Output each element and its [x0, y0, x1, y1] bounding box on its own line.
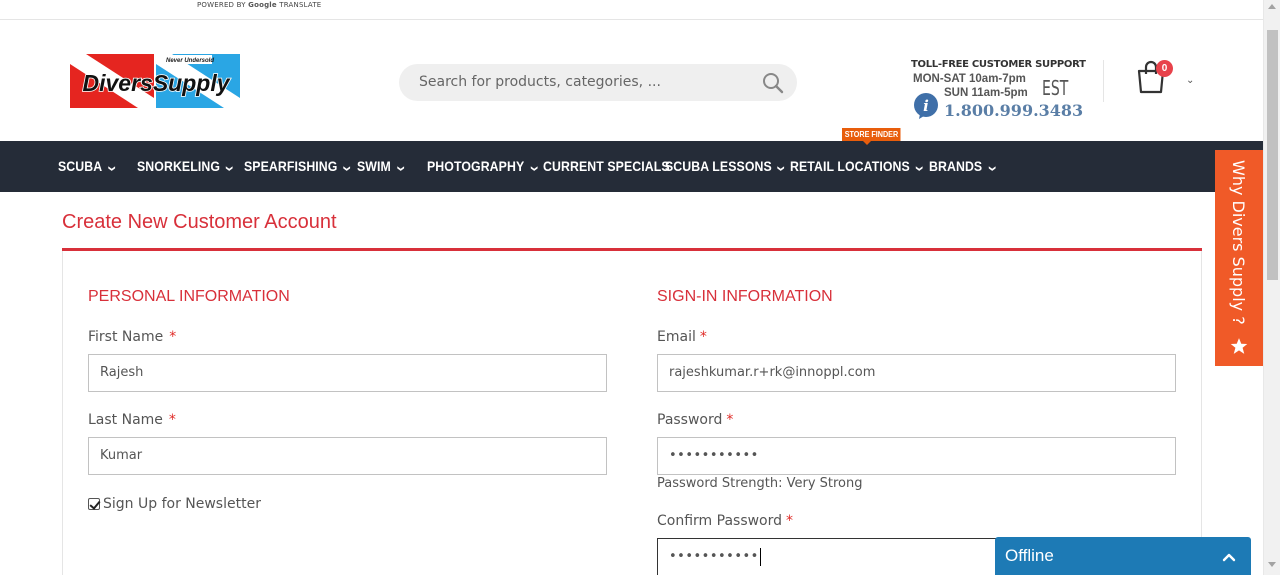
support-phone[interactable]: 1.800.999.3483 — [944, 101, 1083, 120]
last-name-label: Last Name * — [88, 412, 176, 428]
nav-item-spearfishing[interactable]: SPEARFISHING ❯ — [244, 141, 351, 192]
scroll-up-arrow-icon[interactable] — [1268, 4, 1276, 9]
nav-item-current-specials[interactable]: CURRENT SPECIALS — [543, 141, 670, 192]
chat-widget[interactable]: Offline — [995, 537, 1251, 575]
nav-item-retail-locations[interactable]: RETAIL LOCATIONS ❯ — [790, 141, 923, 192]
support-title: TOLL-FREE CUSTOMER SUPPORT — [911, 59, 1086, 70]
newsletter-checkbox[interactable] — [88, 498, 100, 510]
support-hours-sunday: SUN 11am-5pm — [944, 87, 1028, 99]
powered-by-text: POWERED BY — [197, 1, 246, 9]
nav-item-swim[interactable]: SWIM ❯ — [357, 141, 404, 192]
info-icon: i — [914, 93, 938, 119]
personal-info-heading: PERSONAL INFORMATION — [88, 288, 290, 305]
nav-item-snorkeling[interactable]: SNORKELING ❯ — [137, 141, 233, 192]
site-logo[interactable]: Never Undersold DiversSupply — [70, 53, 240, 109]
why-divers-supply-tab[interactable]: Why Divers Supply ? — [1215, 150, 1263, 366]
customer-support-block: TOLL-FREE CUSTOMER SUPPORT MON-SAT 10am-… — [908, 59, 1086, 121]
nav-item-scuba[interactable]: SCUBA ❯ — [58, 141, 116, 192]
translate-text: TRANSLATE — [279, 1, 322, 9]
nav-item-scuba-lessons[interactable]: SCUBA LESSONS ❯ — [665, 141, 785, 192]
email-label: Email * — [657, 329, 707, 345]
required-mark: * — [726, 412, 734, 428]
newsletter-label: Sign Up for Newsletter — [103, 496, 261, 512]
password-strength-meter: Password Strength: Very Strong — [657, 476, 863, 491]
google-translate-credit[interactable]: POWERED BY Google TRANSLATE — [197, 1, 321, 9]
search-icon[interactable] — [761, 71, 785, 95]
scroll-down-arrow-icon[interactable] — [1268, 562, 1276, 567]
chat-status: Offline — [1005, 546, 1054, 565]
store-finder-badge-tip — [863, 141, 871, 145]
page-title: Create New Customer Account — [62, 211, 337, 233]
scroll-thumb[interactable] — [1267, 30, 1278, 280]
star-icon — [1230, 338, 1248, 354]
header-divider — [1103, 60, 1104, 102]
nav-item-photography[interactable]: PHOTOGRAPHY ❯ — [427, 141, 538, 192]
chevron-down-icon[interactable]: ❯ — [212, 165, 248, 171]
cart-count-badge: 0 — [1156, 60, 1173, 77]
translate-bar: POWERED BY Google TRANSLATE — [0, 0, 1263, 20]
svg-text:i: i — [923, 97, 929, 115]
required-mark: * — [169, 329, 177, 345]
password-field[interactable]: ••••••••••• — [657, 437, 1176, 475]
svg-text:Never Undersold: Never Undersold — [166, 58, 214, 64]
first-name-field[interactable]: Rajesh — [88, 354, 607, 392]
signin-info-heading: SIGN-IN INFORMATION — [657, 288, 833, 305]
first-name-label: First Name * — [88, 329, 177, 345]
cart-chevron-down-icon[interactable]: ⌄ — [1186, 75, 1194, 86]
store-finder-badge[interactable]: STORE FINDER — [842, 128, 901, 141]
page-scrollbar[interactable] — [1263, 0, 1280, 575]
main-nav: SCUBA ❯ SNORKELING ❯ SPEARFISHING ❯ SWIM ❯ P… — [0, 141, 1263, 192]
chevron-down-icon[interactable]: ❯ — [382, 165, 418, 171]
chevron-down-icon[interactable]: ❯ — [974, 165, 1010, 171]
chevron-down-icon[interactable]: ❯ — [94, 165, 130, 171]
support-timezone: EST — [1042, 76, 1069, 100]
support-hours-weekday: MON-SAT 10am-7pm — [913, 73, 1026, 85]
site-header: Never Undersold DiversSupply Search for … — [0, 21, 1263, 141]
required-mark: * — [699, 329, 707, 345]
email-field[interactable]: rajeshkumar.r+rk@innoppl.com — [657, 354, 1176, 392]
why-tab-text-wrap: Why Divers Supply ? — [1215, 150, 1263, 330]
why-tab-label: Why Divers Supply ? — [1229, 160, 1248, 325]
search-input[interactable]: Search for products, categories, ... — [419, 74, 661, 90]
required-mark: * — [168, 412, 176, 428]
required-mark: * — [786, 513, 794, 529]
last-name-field[interactable]: Kumar — [88, 437, 607, 475]
search-bar[interactable]: Search for products, categories, ... — [399, 64, 797, 101]
text-cursor — [759, 547, 761, 566]
chevron-up-icon[interactable] — [1221, 549, 1237, 565]
nav-item-brands[interactable]: BRANDS ❯ — [929, 141, 996, 192]
google-text: Google — [248, 1, 277, 9]
confirm-password-value: ••••••••••• — [669, 549, 759, 564]
svg-text:DiversSupply: DiversSupply — [83, 70, 231, 96]
divers-supply-logo: Never Undersold DiversSupply — [70, 54, 240, 108]
password-label: Password * — [657, 412, 734, 428]
confirm-password-label: Confirm Password * — [657, 513, 794, 529]
newsletter-option[interactable]: Sign Up for Newsletter — [88, 496, 261, 512]
